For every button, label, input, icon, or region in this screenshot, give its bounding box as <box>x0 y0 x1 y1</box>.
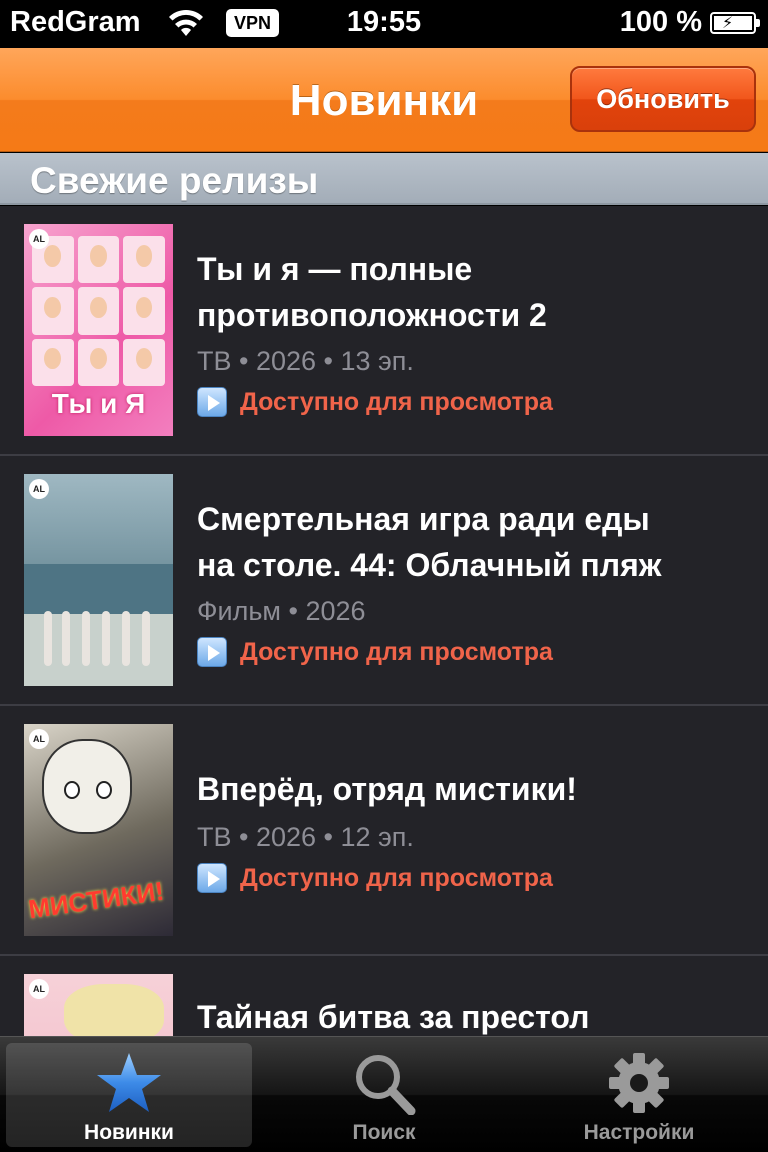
status-text: Доступно для просмотра <box>240 388 553 416</box>
refresh-button[interactable]: Обновить <box>570 66 756 132</box>
publisher-badge-icon: AL <box>29 729 49 749</box>
item-title: Тайная битва за престол <box>197 999 590 1035</box>
publisher-badge-icon: AL <box>29 479 49 499</box>
poster-image: AL <box>24 474 173 686</box>
poster-image: Ты и Я AL <box>24 224 173 436</box>
publisher-badge-icon: AL <box>29 979 49 999</box>
status-bar: RedGram VPN 19:55 100 % ⚡ <box>0 0 768 48</box>
battery-percent: 100 % <box>619 6 702 38</box>
tab-label: Настройки <box>583 1121 695 1144</box>
list-item[interactable]: AL Тайная битва за престол <box>0 956 768 1036</box>
item-meta: ТВ • 2026 • 12 эп. <box>197 822 414 852</box>
item-title-line-1: Смертельная игра ради еды <box>197 501 650 537</box>
section-title: Свежие релизы <box>30 160 319 201</box>
list-item[interactable]: Ты и Я AL Ты и я — полные противоположно… <box>0 206 768 456</box>
tab-new[interactable]: Новинки <box>6 1043 252 1147</box>
poster-logo: Ты и Я <box>51 388 146 419</box>
item-title-line-1: Ты и я — полные <box>197 251 473 287</box>
star-icon <box>97 1053 161 1112</box>
release-list[interactable]: Ты и Я AL Ты и я — полные противоположно… <box>0 206 768 1036</box>
item-title-line-2: на столе. 44: Облачный пляж <box>197 547 662 583</box>
poster-image: AL <box>24 974 173 1036</box>
publisher-badge-icon: AL <box>29 229 49 249</box>
gear-icon <box>609 1053 669 1113</box>
item-title-line-2: противоположности 2 <box>197 297 547 333</box>
tab-label: Новинки <box>84 1121 174 1144</box>
play-icon <box>197 637 227 667</box>
status-text: Доступно для просмотра <box>240 638 553 666</box>
battery-icon: ⚡ <box>710 12 760 34</box>
tab-search[interactable]: Поиск <box>261 1043 507 1147</box>
play-icon <box>197 387 227 417</box>
play-icon <box>197 863 227 893</box>
item-meta: ТВ • 2026 • 13 эп. <box>197 346 414 376</box>
search-icon <box>356 1055 416 1115</box>
tab-bar: Новинки Поиск Настройки <box>0 1036 768 1152</box>
item-meta: Фильм • 2026 <box>197 596 366 626</box>
list-item[interactable]: AL Смертельная игра ради еды на столе. 4… <box>0 456 768 706</box>
tab-settings[interactable]: Настройки <box>516 1043 762 1147</box>
navigation-bar: Новинки Обновить <box>0 48 768 152</box>
tab-label: Поиск <box>352 1121 416 1144</box>
status-text: Доступно для просмотра <box>240 864 553 892</box>
poster-logo: МИСТИКИ! <box>26 875 166 925</box>
item-title: Вперёд, отряд мистики! <box>197 771 577 807</box>
list-item[interactable]: МИСТИКИ! AL Вперёд, отряд мистики! ТВ • … <box>0 706 768 956</box>
section-header: Свежие релизы <box>0 153 768 205</box>
poster-image: МИСТИКИ! AL <box>24 724 173 936</box>
